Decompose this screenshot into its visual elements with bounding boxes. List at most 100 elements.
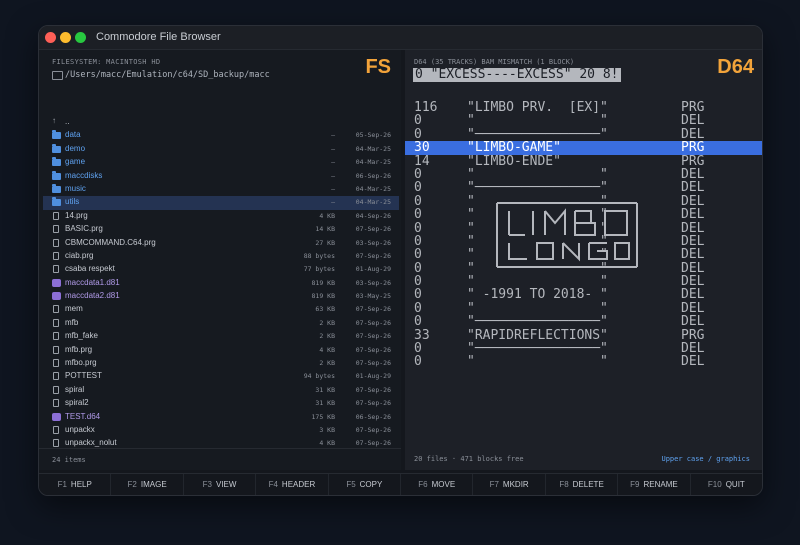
filesystem-panel[interactable]: FILESYSTEM: MACINTOSH HD /Users/macc/Emu… [39, 50, 401, 470]
file-size: 27 KB [315, 238, 335, 247]
limbo-petscii-logo [496, 202, 638, 268]
file-row[interactable]: data — 05-Sep-26 [43, 129, 399, 142]
fkey-help-button[interactable]: F1 HELP [39, 474, 112, 495]
function-key-bar: F1 HELP F2 IMAGE F3 VIEW F4 HEADER F5 COPY F6 MOVE F… [39, 473, 762, 495]
disk-entry-row[interactable]: 0 "────────────────" DEL [405, 341, 762, 357]
fkey-header-button[interactable]: F4 HEADER [256, 474, 329, 495]
disk-entry-row[interactable]: 0 "────────────────" DEL [405, 181, 762, 195]
file-name: unpackx [65, 424, 95, 434]
disk-image-icon [52, 292, 61, 301]
entry-type: DEL [681, 193, 705, 209]
disk-entry-row[interactable]: 0 " " DEL [405, 301, 762, 315]
zoom-window-button[interactable] [75, 32, 86, 43]
disk-entry-row[interactable]: 0 " " DEL [405, 114, 762, 128]
file-date: 07-Sep-26 [355, 305, 391, 314]
file-row[interactable]: POTTEST 94 bytes 01-Aug-29 [43, 370, 399, 383]
folder-icon [52, 71, 63, 80]
disk-entry-row[interactable]: 0 " " DEL [405, 274, 762, 290]
file-row[interactable]: mfb.prg 4 KB 07-Sep-26 [43, 344, 399, 357]
file-row[interactable]: ↑.. [43, 116, 399, 129]
file-size: 88 bytes [303, 251, 335, 260]
file-name: mem [65, 304, 83, 314]
file-icon [53, 359, 59, 368]
disk-entry-row[interactable]: 30 "LIMBO-GAME" PRG [405, 140, 762, 156]
file-name: POTTEST [65, 371, 102, 381]
file-row[interactable]: CBMCOMMAND.C64.prg 27 KB 03-Sep-26 [43, 237, 399, 250]
entry-type: DEL [681, 341, 705, 357]
entry-type: PRG [681, 153, 705, 169]
file-date: 06-Sep-26 [355, 171, 391, 180]
file-date: 07-Sep-26 [355, 359, 391, 368]
charset-toggle[interactable]: Upper case / graphics [661, 455, 750, 463]
file-name: spiral [65, 384, 85, 394]
file-row[interactable]: demo — 04-Mar-25 [43, 143, 399, 156]
file-row[interactable]: TEST.d64 175 KB 06-Sep-26 [43, 411, 399, 424]
file-row[interactable]: maccdisks — 06-Sep-26 [43, 170, 399, 183]
file-row[interactable]: maccdata2.d81 819 KB 03-May-25 [43, 290, 399, 303]
file-date: 07-Sep-26 [355, 332, 391, 341]
file-row[interactable]: mem 63 KB 07-Sep-26 [43, 303, 399, 316]
disk-entry-row[interactable]: 0 " " DEL [405, 355, 762, 369]
disk-entry-row[interactable]: 0 "────────────────" DEL [405, 126, 762, 142]
file-row[interactable]: unpackx 3 KB 07-Sep-26 [43, 424, 399, 437]
file-date: 04-Sep-26 [355, 211, 391, 220]
file-row[interactable]: 14.prg 4 KB 04-Sep-26 [43, 210, 399, 223]
disk-entry-row[interactable]: 0 "────────────────" DEL [405, 314, 762, 330]
file-date: 04-Mar-25 [355, 184, 391, 193]
disk-image-panel[interactable]: D64 (35 TRACKS) BAM MISMATCH (1 BLOCK) D… [405, 50, 762, 470]
file-row[interactable]: ciab.prg 88 bytes 07-Sep-26 [43, 250, 399, 263]
entry-type: DEL [681, 314, 705, 330]
file-row[interactable]: game — 04-Mar-25 [43, 156, 399, 169]
disk-entry-row[interactable]: 14 "LIMBO-ENDE" PRG [405, 153, 762, 169]
file-size: 77 bytes [303, 265, 335, 274]
file-size: 2 KB [319, 318, 335, 327]
file-date: 01-Aug-29 [355, 372, 391, 381]
file-row[interactable]: mfbo.prg 2 KB 07-Sep-26 [43, 357, 399, 370]
fkey-rename-button[interactable]: F9 RENAME [618, 474, 691, 495]
file-row[interactable]: mfb_fake 2 KB 07-Sep-26 [43, 330, 399, 343]
file-date: 04-Mar-25 [355, 144, 391, 153]
entry-blocks: 0 [414, 274, 422, 290]
file-row[interactable]: mfb 2 KB 07-Sep-26 [43, 317, 399, 330]
file-row[interactable]: csaba respekt 77 bytes 01-Aug-29 [43, 263, 399, 276]
close-window-button[interactable] [45, 32, 56, 43]
fkey-image-button[interactable]: F2 IMAGE [111, 474, 184, 495]
file-name: mfb [65, 317, 79, 327]
entry-name: " " [467, 166, 608, 182]
blocks-free-status: 20 files · 471 blocks free [414, 455, 524, 463]
fkey-move-button[interactable]: F6 MOVE [401, 474, 474, 495]
file-size: — [331, 144, 335, 153]
disk-image-icon [52, 412, 61, 421]
fkey-delete-button[interactable]: F8 DELETE [546, 474, 619, 495]
entry-type: DEL [681, 166, 705, 182]
file-date: 06-Sep-26 [355, 412, 391, 421]
entry-blocks: 0 [414, 126, 422, 142]
folder-icon [52, 197, 61, 207]
disk-entry-row[interactable]: 33 "RAPIDREFLECTIONS" PRG [405, 328, 762, 342]
folder-icon [52, 170, 61, 180]
fkey-number: F3 [202, 480, 212, 489]
file-name: maccdata2.d81 [65, 291, 120, 301]
file-row[interactable]: spiral 31 KB 07-Sep-26 [43, 384, 399, 397]
file-size: 63 KB [315, 305, 335, 314]
fkey-copy-button[interactable]: F5 COPY [329, 474, 402, 495]
fkey-quit-button[interactable]: F10 QUIT [691, 474, 762, 495]
file-row[interactable]: spiral2 31 KB 07-Sep-26 [43, 397, 399, 410]
disk-entry-row[interactable]: 0 " -1991 TO 2018- " DEL [405, 288, 762, 302]
fkey-view-button[interactable]: F3 VIEW [184, 474, 257, 495]
disk-image-icon [52, 278, 61, 287]
file-row[interactable]: BASIC.prg 14 KB 07-Sep-26 [43, 223, 399, 236]
fkey-mkdir-button[interactable]: F7 MKDIR [473, 474, 546, 495]
disk-entry-row[interactable]: 0 " " DEL [405, 166, 762, 182]
disk-entry-row[interactable]: 116 "LIMBO PRV. [EX]" PRG [405, 101, 762, 115]
file-row[interactable]: music — 04-Mar-25 [43, 183, 399, 196]
minimize-window-button[interactable] [60, 32, 71, 43]
entry-name: "────────────────" [467, 314, 608, 330]
fkey-label: COPY [359, 480, 383, 489]
file-row[interactable]: maccdata1.d81 819 KB 03-Sep-26 [43, 277, 399, 290]
file-list[interactable]: ↑.. data —05-Sep-26 demo —04-Mar-25 game —04-M… [43, 116, 399, 451]
file-date: 07-Sep-26 [355, 425, 391, 434]
file-row[interactable]: utils — 04-Mar-25 [43, 196, 399, 210]
entry-type: PRG [681, 140, 705, 156]
file-size: 3 KB [319, 425, 335, 434]
